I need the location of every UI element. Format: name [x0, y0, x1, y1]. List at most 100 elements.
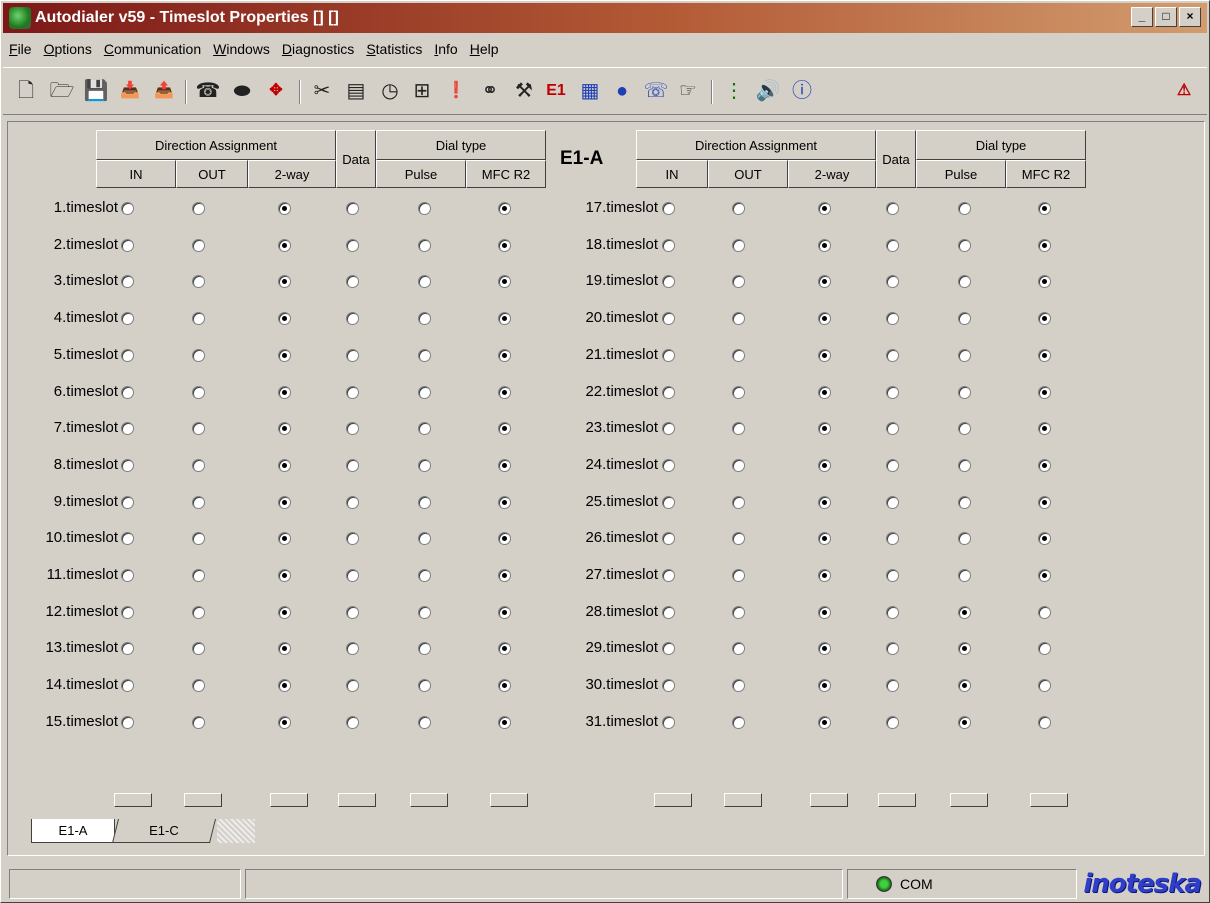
radio-data[interactable]: [346, 495, 359, 509]
radio-in[interactable]: [121, 202, 134, 215]
column-pulse-button[interactable]: [950, 793, 988, 807]
radio-mfc-r2[interactable]: [498, 679, 511, 693]
radio-in[interactable]: [121, 458, 134, 472]
column-two-way-button[interactable]: [810, 793, 848, 807]
e1-icon[interactable]: E1: [543, 78, 569, 104]
radio-2-way[interactable]: [278, 679, 291, 693]
radio-mfc-r2[interactable]: [1038, 715, 1051, 729]
radio-in[interactable]: [121, 275, 134, 289]
column-out-button[interactable]: [184, 793, 222, 807]
radio-out[interactable]: [192, 422, 205, 436]
radio-pulse[interactable]: [418, 422, 431, 436]
chip-icon[interactable]: ⬬: [229, 78, 255, 104]
radio-data[interactable]: [346, 458, 359, 472]
cli-phone-icon[interactable]: ☏: [643, 78, 669, 104]
radio-out[interactable]: [192, 495, 205, 509]
radio-data[interactable]: [346, 715, 359, 729]
column-pulse-button[interactable]: [410, 793, 448, 807]
menu-options[interactable]: Options: [38, 41, 98, 57]
radio-out[interactable]: [192, 715, 205, 729]
radio-in[interactable]: [121, 715, 134, 729]
radio-2-way[interactable]: [278, 422, 291, 436]
radio-out[interactable]: [192, 642, 205, 656]
radio-data[interactable]: [346, 642, 359, 656]
radio-out[interactable]: [732, 422, 745, 436]
radio-out[interactable]: [192, 679, 205, 693]
radio-mfc-r2[interactable]: [1038, 569, 1051, 582]
radio-pulse[interactable]: [958, 312, 971, 326]
title-bar[interactable]: Autodialer v59 - Timeslot Properties [] …: [3, 3, 1207, 33]
radio-pulse[interactable]: [418, 385, 431, 399]
radio-in[interactable]: [662, 605, 675, 619]
scissors-icon[interactable]: ✂: [309, 78, 335, 104]
radio-mfc-r2[interactable]: [498, 202, 511, 215]
radio-2-way[interactable]: [818, 385, 831, 399]
radio-data[interactable]: [886, 679, 899, 693]
tab-e1-a[interactable]: E1-A: [31, 819, 115, 843]
menu-windows[interactable]: Windows: [207, 41, 276, 57]
pointer-icon[interactable]: ☞: [675, 78, 701, 104]
calendar-icon[interactable]: ▦: [577, 78, 603, 104]
radio-out[interactable]: [192, 385, 205, 399]
radio-pulse[interactable]: [958, 385, 971, 399]
radio-in[interactable]: [662, 238, 675, 252]
radio-pulse[interactable]: [418, 275, 431, 289]
radio-pulse[interactable]: [958, 348, 971, 362]
radio-mfc-r2[interactable]: [1038, 275, 1051, 289]
radio-out[interactable]: [732, 679, 745, 693]
radio-out[interactable]: [192, 312, 205, 326]
radio-data[interactable]: [886, 385, 899, 399]
phone-icon[interactable]: ☎: [195, 78, 221, 104]
move-arrows-icon[interactable]: ✥: [263, 78, 289, 104]
menu-communication[interactable]: Communication: [98, 41, 207, 57]
radio-in[interactable]: [662, 385, 675, 399]
radio-pulse[interactable]: [418, 679, 431, 693]
import-icon[interactable]: 📥: [117, 78, 143, 104]
radio-pulse[interactable]: [418, 348, 431, 362]
radio-2-way[interactable]: [278, 569, 291, 582]
radio-out[interactable]: [732, 715, 745, 729]
radio-in[interactable]: [662, 422, 675, 436]
radio-2-way[interactable]: [818, 348, 831, 362]
radio-pulse[interactable]: [958, 238, 971, 252]
menu-help[interactable]: Help: [464, 41, 505, 57]
radio-out[interactable]: [732, 495, 745, 509]
radio-in[interactable]: [121, 569, 134, 582]
link-icon[interactable]: ⚭: [477, 78, 503, 104]
radio-pulse[interactable]: [958, 715, 971, 729]
radio-2-way[interactable]: [278, 532, 291, 546]
radio-2-way[interactable]: [278, 238, 291, 252]
radio-out[interactable]: [732, 385, 745, 399]
radio-pulse[interactable]: [958, 422, 971, 436]
radio-pulse[interactable]: [418, 202, 431, 215]
radio-2-way[interactable]: [278, 312, 291, 326]
radio-pulse[interactable]: [958, 679, 971, 693]
radio-pulse[interactable]: [418, 532, 431, 546]
radio-out[interactable]: [192, 238, 205, 252]
maximize-button[interactable]: □: [1155, 7, 1177, 27]
radio-out[interactable]: [192, 458, 205, 472]
tab-e1-c[interactable]: E1-C: [112, 819, 216, 843]
radio-data[interactable]: [886, 202, 899, 215]
radio-data[interactable]: [346, 679, 359, 693]
column-out-button[interactable]: [724, 793, 762, 807]
tools-icon[interactable]: ⚒: [511, 78, 537, 104]
radio-out[interactable]: [732, 605, 745, 619]
radio-data[interactable]: [346, 238, 359, 252]
menu-file[interactable]: File: [3, 41, 38, 57]
radio-data[interactable]: [886, 605, 899, 619]
app-globe-icon[interactable]: [9, 7, 31, 29]
radio-data[interactable]: [346, 202, 359, 215]
radio-2-way[interactable]: [818, 532, 831, 546]
radio-pulse[interactable]: [418, 495, 431, 509]
radio-2-way[interactable]: [818, 202, 831, 215]
radio-mfc-r2[interactable]: [498, 312, 511, 326]
radio-in[interactable]: [662, 495, 675, 509]
column-data-button[interactable]: [338, 793, 376, 807]
column-mfc-r2-button[interactable]: [490, 793, 528, 807]
radio-pulse[interactable]: [418, 715, 431, 729]
radio-in[interactable]: [121, 642, 134, 656]
radio-mfc-r2[interactable]: [1038, 385, 1051, 399]
radio-in[interactable]: [662, 532, 675, 546]
radio-out[interactable]: [732, 532, 745, 546]
